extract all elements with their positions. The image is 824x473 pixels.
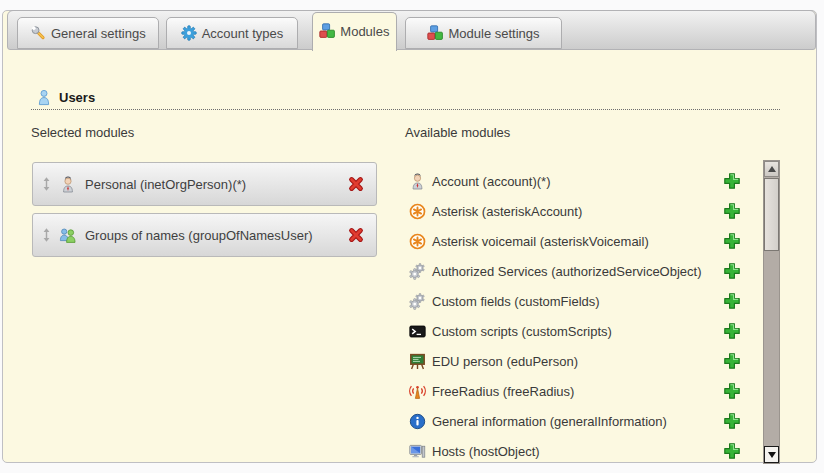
group-icon xyxy=(59,227,77,244)
module-label: FreeRadius (freeRadius) xyxy=(432,384,574,399)
user-icon xyxy=(36,89,52,105)
module-label: Authorized Services (authorizedServiceOb… xyxy=(432,264,702,279)
available-modules-list: Account (account)(*) Asterisk (asteriskA… xyxy=(405,166,741,466)
available-module-row: Asterisk voicemail (asteriskVoicemail) xyxy=(405,226,741,256)
add-module-button[interactable] xyxy=(723,172,741,190)
add-module-button[interactable] xyxy=(723,232,741,250)
module-label: Account (account)(*) xyxy=(432,174,551,189)
available-module-row: EDU person (eduPerson) xyxy=(405,346,741,376)
gears-gray-icon xyxy=(409,263,426,280)
available-module-row: Account (account)(*) xyxy=(405,166,741,196)
tab-general-settings[interactable]: General settings xyxy=(17,17,159,49)
wrench-icon xyxy=(30,25,46,41)
info-icon xyxy=(409,413,426,430)
scroll-thumb[interactable] xyxy=(764,178,779,251)
available-module-row: Asterisk (asteriskAccount) xyxy=(405,196,741,226)
profile-editor-panel: General settings Account types Modules M… xyxy=(2,10,817,463)
tab-account-types[interactable]: Account types xyxy=(166,17,299,49)
add-module-button[interactable] xyxy=(723,382,741,400)
cubes-icon xyxy=(427,25,443,41)
selected-module-row[interactable]: Groups of names (groupOfNamesUser) xyxy=(32,213,377,257)
add-module-button[interactable] xyxy=(723,442,741,460)
module-label: General information (generalInformation) xyxy=(432,414,667,429)
gear-blue-icon xyxy=(181,25,197,41)
remove-module-button[interactable] xyxy=(348,227,364,243)
available-module-row: FreeRadius (freeRadius) xyxy=(405,376,741,406)
selected-module-row[interactable]: Personal (inetOrgPerson)(*) xyxy=(32,162,377,206)
available-module-row: Authorized Services (authorizedServiceOb… xyxy=(405,256,741,286)
available-modules-label: Available modules xyxy=(405,125,510,140)
person-icon xyxy=(409,173,426,190)
available-module-row: Custom scripts (customScripts) xyxy=(405,316,741,346)
module-label: Groups of names (groupOfNamesUser) xyxy=(85,228,313,243)
module-label: Custom scripts (customScripts) xyxy=(432,324,612,339)
remove-module-button[interactable] xyxy=(348,176,364,192)
asterisk-icon xyxy=(409,233,426,250)
tab-label: Account types xyxy=(202,26,284,41)
tab-label: Module settings xyxy=(448,26,539,41)
add-module-button[interactable] xyxy=(723,412,741,430)
tab-bar: General settings Account types Modules M… xyxy=(7,10,816,50)
available-module-row: General information (generalInformation) xyxy=(405,406,741,436)
module-label: Asterisk (asteriskAccount) xyxy=(432,204,582,219)
tab-module-settings[interactable]: Module settings xyxy=(405,17,561,49)
add-module-button[interactable] xyxy=(723,322,741,340)
tab-label: Modules xyxy=(340,24,389,39)
cubes-icon xyxy=(319,23,335,39)
scroll-up-button[interactable] xyxy=(764,161,779,177)
terminal-icon xyxy=(409,323,426,340)
available-module-row: Hosts (hostObject) xyxy=(405,436,741,466)
drag-handle-icon[interactable] xyxy=(42,227,51,243)
add-module-button[interactable] xyxy=(723,262,741,280)
scrollbar[interactable] xyxy=(763,160,780,464)
selected-modules-label: Selected modules xyxy=(31,125,134,140)
add-module-button[interactable] xyxy=(723,292,741,310)
module-label: Personal (inetOrgPerson)(*) xyxy=(85,177,246,192)
gears-gray-icon xyxy=(409,293,426,310)
available-module-row: Custom fields (customFields) xyxy=(405,286,741,316)
arrow-down-icon xyxy=(768,452,776,458)
module-label: EDU person (eduPerson) xyxy=(432,354,578,369)
section-title: Users xyxy=(59,90,95,105)
tab-label: General settings xyxy=(51,26,146,41)
module-label: Hosts (hostObject) xyxy=(432,444,540,459)
antenna-icon xyxy=(409,383,426,400)
drag-handle-icon[interactable] xyxy=(42,176,51,192)
person-icon xyxy=(59,176,77,193)
tab-modules[interactable]: Modules xyxy=(312,12,397,51)
board-icon xyxy=(409,353,426,370)
module-label: Custom fields (customFields) xyxy=(432,294,600,309)
selected-modules-list: Personal (inetOrgPerson)(*) Groups of na… xyxy=(32,162,377,264)
scroll-down-button[interactable] xyxy=(764,446,779,463)
users-section-header: Users xyxy=(31,89,780,110)
asterisk-icon xyxy=(409,203,426,220)
host-icon xyxy=(409,443,426,460)
arrow-up-icon xyxy=(768,166,776,172)
module-label: Asterisk voicemail (asteriskVoicemail) xyxy=(432,234,649,249)
add-module-button[interactable] xyxy=(723,202,741,220)
add-module-button[interactable] xyxy=(723,352,741,370)
